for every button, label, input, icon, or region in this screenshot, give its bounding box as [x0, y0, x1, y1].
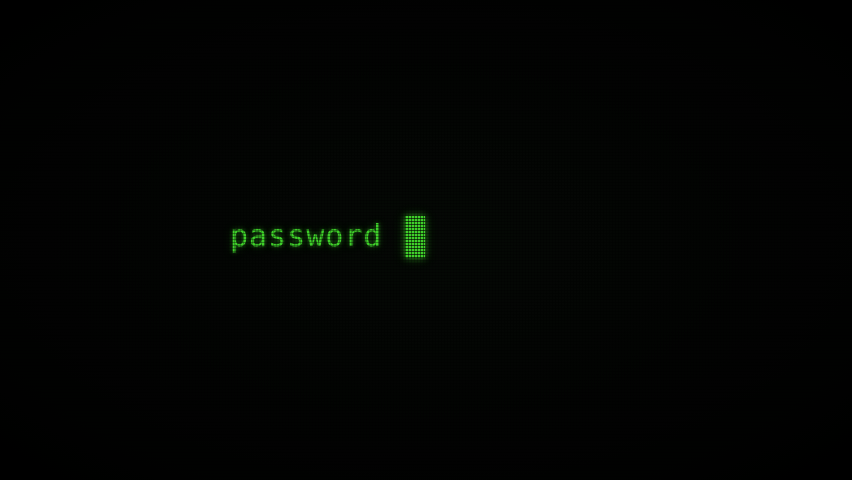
block-cursor	[404, 216, 425, 258]
password-prompt[interactable]: password	[230, 214, 425, 260]
password-prompt-label: password	[230, 219, 383, 254]
terminal-screen: password	[0, 0, 852, 480]
